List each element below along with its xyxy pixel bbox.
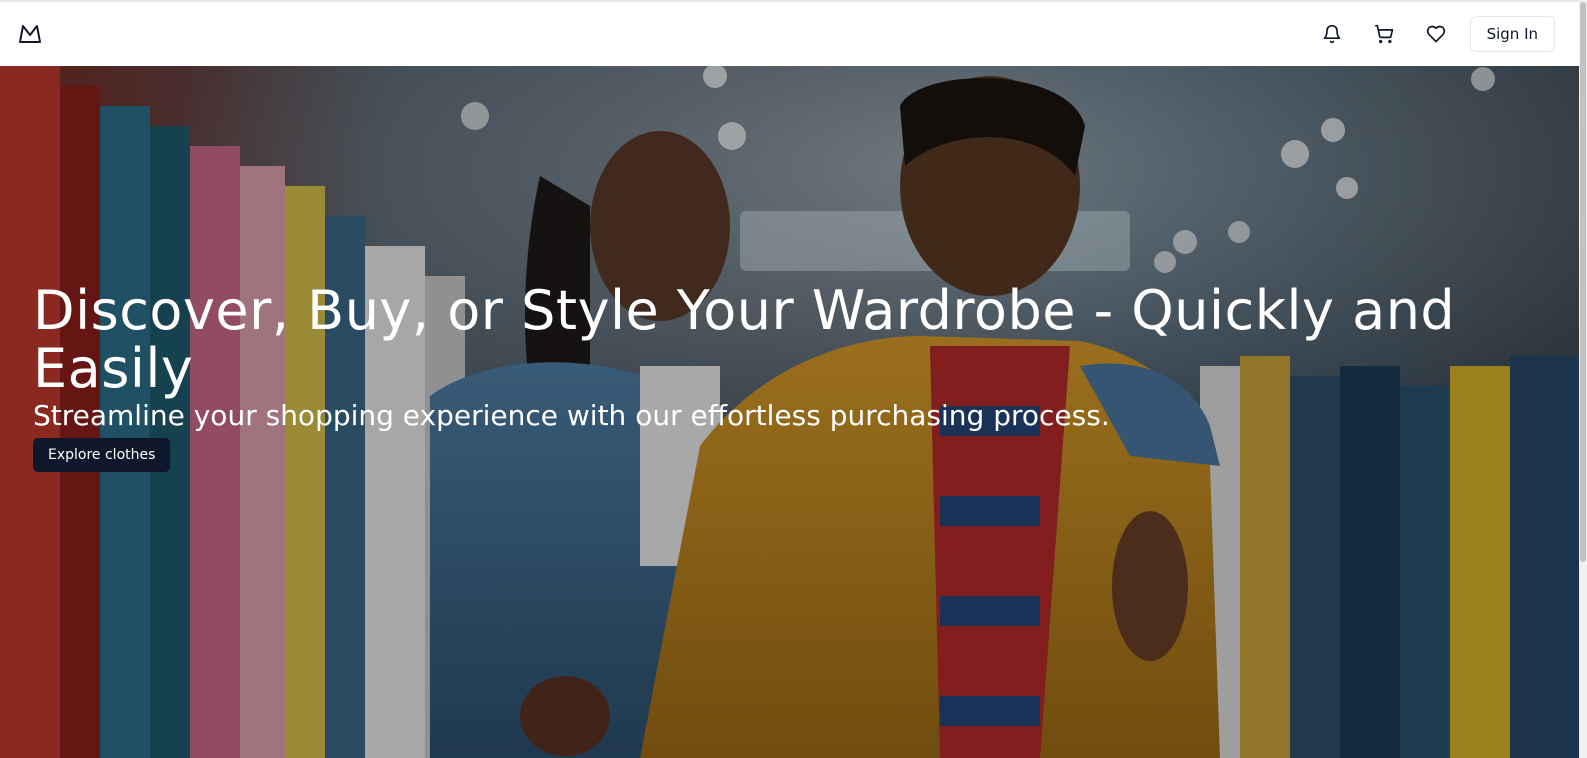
header-actions: Sign In [1300,14,1555,54]
heart-icon [1426,25,1445,43]
cart-button[interactable] [1364,14,1404,54]
mountain-logo-icon [19,25,41,43]
scrollbar-thumb[interactable] [1580,2,1586,562]
hero-subtitle: Streamline your shopping experience with… [33,399,1110,432]
bell-icon [1323,24,1340,44]
hero-content: Discover, Buy, or Style Your Wardrobe - … [33,282,1493,472]
page-scrollbar[interactable] [1579,0,1587,758]
site-header: Sign In [0,2,1579,66]
notifications-button[interactable] [1312,14,1352,54]
shopping-cart-icon [1374,24,1393,44]
hero-section: Discover, Buy, or Style Your Wardrobe - … [0,66,1579,758]
hero-title: Discover, Buy, or Style Your Wardrobe - … [33,279,1456,400]
page: Sign In Discover, Buy, or Style Your War… [0,0,1587,758]
explore-clothes-button[interactable]: Explore clothes [33,438,171,472]
sign-in-button[interactable]: Sign In [1469,16,1555,52]
wishlist-button[interactable] [1416,14,1456,54]
logo[interactable] [18,22,42,46]
